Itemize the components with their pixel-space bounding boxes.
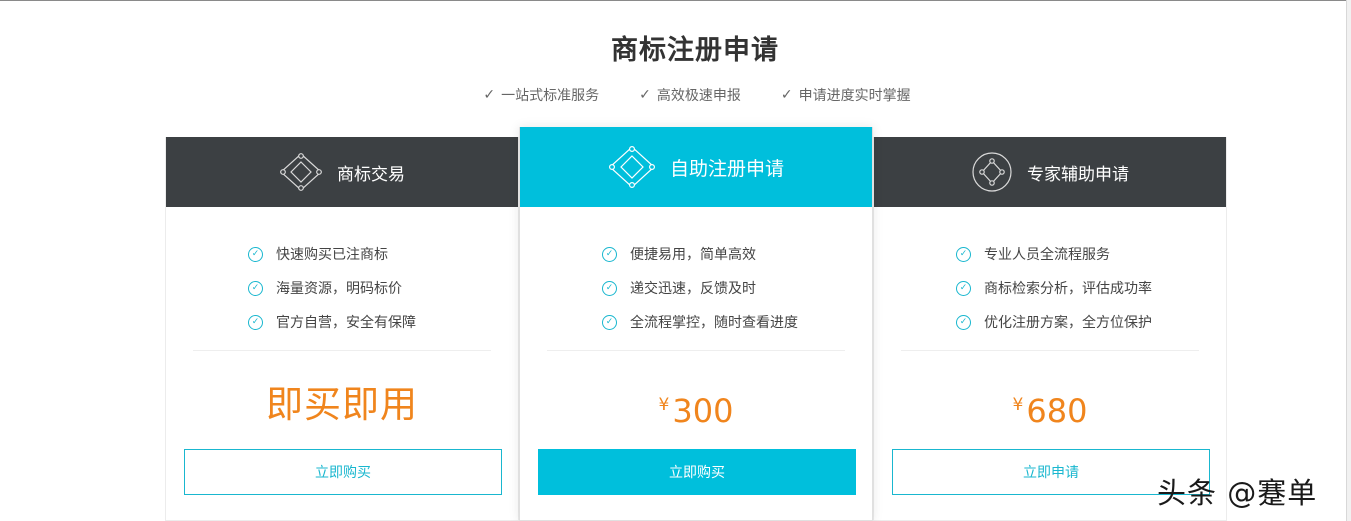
list-item: ✓ 便捷易用，简单高效 bbox=[520, 237, 872, 271]
feature-label: 高效极速申报 bbox=[656, 88, 741, 104]
check-circle-icon: ✓ bbox=[248, 314, 263, 330]
benefit-text: 海量资源，明码标价 bbox=[276, 281, 402, 297]
card-header: 商标交易 bbox=[166, 137, 518, 207]
list-item: ✓ 全流程掌控，随时查看进度 bbox=[520, 305, 872, 339]
price-label: ¥680 bbox=[874, 385, 1226, 431]
list-item: ✓ 商标检索分析，评估成功率 bbox=[874, 271, 1226, 305]
plan-card-self-registration: 自助注册申请 ✓ 便捷易用，简单高效 ✓ 递交迅速，反馈及时 ✓ 全流程掌控，随时查看… bbox=[519, 127, 873, 521]
plan-card-expert-assisted: 专家辅助申请 ✓ 专业人员全流程服务 ✓ 商标检索分析，评估成功率 ✓ 优化注册方案，… bbox=[873, 137, 1227, 521]
check-icon: ✓ bbox=[483, 87, 496, 103]
buy-now-button[interactable]: 立即购买 bbox=[538, 449, 856, 495]
card-title: 商标交易 bbox=[337, 164, 405, 185]
buy-now-button[interactable]: 立即购买 bbox=[184, 449, 502, 495]
feature-item: ✓ 高效极速申报 bbox=[639, 85, 741, 105]
price-value: 300 bbox=[672, 392, 734, 430]
price-label: ¥300 bbox=[520, 385, 872, 431]
feature-label: 申请进度实时掌握 bbox=[798, 88, 911, 104]
scrollbar[interactable] bbox=[1346, 0, 1351, 521]
card-title: 自助注册申请 bbox=[669, 157, 784, 180]
feature-item: ✓ 申请进度实时掌握 bbox=[781, 85, 911, 105]
price-value: 680 bbox=[1026, 392, 1088, 430]
check-circle-icon: ✓ bbox=[956, 314, 971, 330]
check-circle-icon: ✓ bbox=[248, 246, 263, 262]
diamond-network-icon bbox=[608, 145, 656, 189]
currency-symbol: ¥ bbox=[658, 395, 670, 415]
list-item: ✓ 专业人员全流程服务 bbox=[874, 237, 1226, 271]
page-title: 商标注册申请 bbox=[611, 35, 779, 66]
feature-label: 一站式标准服务 bbox=[501, 88, 600, 104]
list-item: ✓ 官方自营，安全有保障 bbox=[166, 305, 518, 339]
benefit-list: ✓ 专业人员全流程服务 ✓ 商标检索分析，评估成功率 ✓ 优化注册方案，全方位保护 bbox=[874, 207, 1226, 339]
divider bbox=[547, 350, 845, 351]
divider bbox=[901, 350, 1199, 351]
check-circle-icon: ✓ bbox=[956, 280, 971, 296]
feature-item: ✓ 一站式标准服务 bbox=[483, 85, 599, 105]
list-item: ✓ 递交迅速，反馈及时 bbox=[520, 271, 872, 305]
benefit-text: 递交迅速，反馈及时 bbox=[630, 281, 756, 297]
plan-card-trademark-trade: 商标交易 ✓ 快速购买已注商标 ✓ 海量资源，明码标价 ✓ 官方自营，安全有保障 即买… bbox=[165, 137, 519, 521]
top-border bbox=[0, 0, 1346, 1]
list-item: ✓ 优化注册方案，全方位保护 bbox=[874, 305, 1226, 339]
list-item: ✓ 海量资源，明码标价 bbox=[166, 271, 518, 305]
card-header: 自助注册申请 bbox=[520, 127, 872, 207]
price-label: 即买即用 bbox=[266, 383, 418, 426]
benefit-text: 优化注册方案，全方位保护 bbox=[984, 315, 1152, 331]
check-icon: ✓ bbox=[639, 87, 651, 103]
list-item: ✓ 快速购买已注商标 bbox=[166, 237, 518, 271]
check-circle-icon: ✓ bbox=[602, 280, 617, 296]
divider bbox=[193, 350, 491, 351]
check-icon: ✓ bbox=[780, 87, 793, 103]
check-circle-icon: ✓ bbox=[602, 246, 617, 262]
benefit-text: 官方自营，安全有保障 bbox=[276, 315, 416, 331]
benefit-text: 全流程掌控，随时查看进度 bbox=[630, 315, 798, 331]
benefit-list: ✓ 便捷易用，简单高效 ✓ 递交迅速，反馈及时 ✓ 全流程掌控，随时查看进度 bbox=[520, 207, 872, 339]
check-circle-icon: ✓ bbox=[602, 314, 617, 330]
check-circle-icon: ✓ bbox=[956, 246, 971, 262]
benefit-list: ✓ 快速购买已注商标 ✓ 海量资源，明码标价 ✓ 官方自营，安全有保障 bbox=[166, 207, 518, 339]
feature-list: ✓ 一站式标准服务 ✓ 高效极速申报 ✓ 申请进度实时掌握 bbox=[0, 85, 1351, 105]
circle-network-icon bbox=[971, 151, 1013, 193]
check-circle-icon: ✓ bbox=[248, 280, 263, 296]
card-title: 专家辅助申请 bbox=[1027, 164, 1129, 185]
card-header: 专家辅助申请 bbox=[874, 137, 1226, 207]
benefit-text: 便捷易用，简单高效 bbox=[630, 247, 756, 263]
currency-symbol: ¥ bbox=[1012, 395, 1024, 415]
benefit-text: 快速购买已注商标 bbox=[276, 247, 388, 263]
diamond-network-icon bbox=[279, 152, 323, 192]
benefit-text: 专业人员全流程服务 bbox=[984, 247, 1110, 263]
benefit-text: 商标检索分析，评估成功率 bbox=[984, 281, 1152, 297]
watermark-text: 头条 @蹇单 bbox=[1157, 476, 1318, 510]
